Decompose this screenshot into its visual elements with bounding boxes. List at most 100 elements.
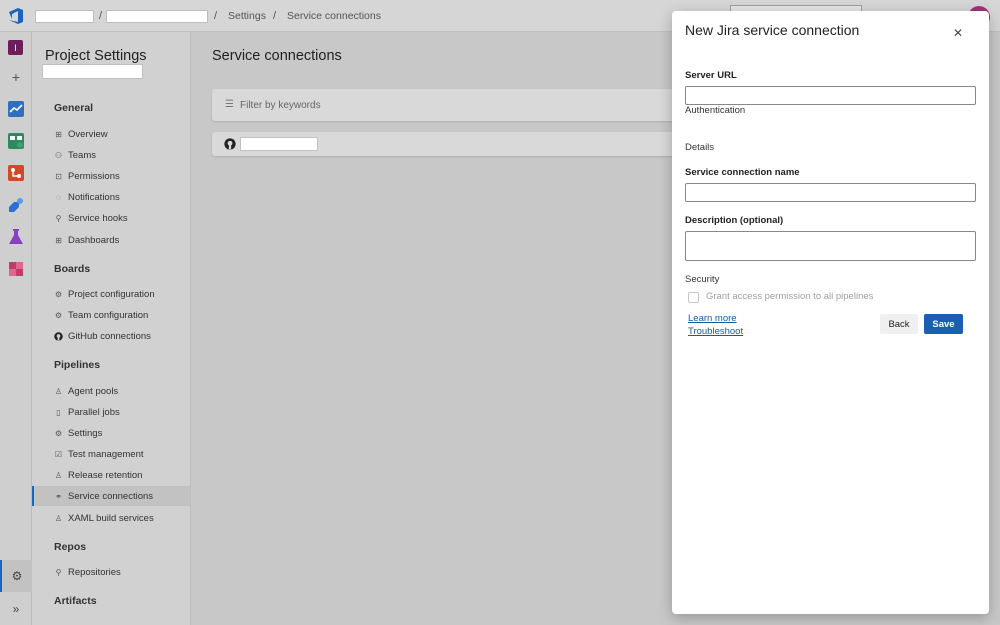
breadcrumb-service-connections[interactable]: Service connections	[287, 10, 381, 22]
github-icon	[224, 138, 236, 150]
nav-item-label: Repositories	[68, 566, 121, 578]
nav-item-notifications[interactable]: ◌ Notifications	[32, 187, 190, 207]
build-icon: ♙	[54, 513, 63, 523]
nav-item-permissions[interactable]: ⊡ Permissions	[32, 166, 190, 186]
nav-item-label: Service connections	[68, 490, 154, 502]
lock-icon: ⊡	[55, 171, 62, 181]
teams-icon: ⚇	[54, 150, 63, 160]
service-connection-name-label: Service connection name	[685, 167, 800, 178]
nav-item-label: Notifications	[68, 191, 120, 203]
project-settings-gear-icon[interactable]: ⚙	[0, 560, 32, 592]
nav-item-repositories[interactable]: ⚲ Repositories	[32, 562, 190, 582]
nav-item-label: Test management	[68, 448, 144, 460]
nav-item-label: Permissions	[68, 170, 120, 182]
nav-item-label: Team configuration	[68, 309, 149, 321]
nav-group-general: General	[54, 102, 94, 114]
breadcrumb-settings[interactable]: Settings	[228, 10, 266, 22]
nav-item-teams[interactable]: ⚇ Teams	[32, 145, 190, 165]
nav-item-xaml-build-services[interactable]: ♙ XAML build services	[32, 508, 190, 528]
breadcrumb-project[interactable]	[106, 10, 208, 23]
nav-item-label: GitHub connections	[68, 330, 151, 342]
service-connection-name-input[interactable]	[685, 183, 976, 202]
save-button[interactable]: Save	[924, 314, 963, 334]
parallel-icon: ▯	[56, 407, 61, 417]
breadcrumb-separator: /	[99, 10, 103, 22]
learn-more-link[interactable]: Learn more	[688, 313, 737, 324]
nav-group-repos: Repos	[54, 541, 87, 553]
repos-icon[interactable]	[7, 164, 25, 182]
service-connection-name	[240, 137, 318, 151]
nav-item-label: XAML build services	[68, 512, 154, 524]
nav-item-release-retention[interactable]: ♙ Release retention	[32, 465, 190, 485]
dashboard-icon: ⊞	[55, 235, 62, 245]
new-service-connection-panel: New Jira service connection ✕ Server URL…	[672, 11, 989, 614]
overview-icon[interactable]	[7, 100, 25, 118]
filter-bar[interactable]: ☰ Filter by keywords	[212, 89, 682, 121]
details-label: Details	[685, 142, 715, 153]
authentication-label: Authentication	[685, 105, 746, 116]
nav-item-service-hooks[interactable]: ⚲ Service hooks	[32, 208, 190, 228]
project-name-box	[42, 64, 143, 79]
nav-item-label: Overview	[68, 128, 108, 140]
boards-icon[interactable]	[7, 132, 25, 150]
nav-title: Project Settings	[45, 48, 147, 64]
nav-item-label: Dashboards	[68, 234, 120, 246]
azure-devops-logo-icon[interactable]	[6, 6, 26, 26]
server-url-input[interactable]	[685, 86, 976, 105]
nav-item-settings[interactable]: ⚙ Settings	[32, 423, 190, 443]
artifacts-icon[interactable]	[7, 260, 25, 278]
nav-item-project-configuration[interactable]: ⚙ Project configuration	[32, 284, 190, 304]
breadcrumb-separator: /	[214, 10, 218, 22]
gear-icon: ⚙	[54, 428, 63, 438]
pipelines-icon[interactable]	[7, 196, 25, 214]
back-button[interactable]: Back	[880, 314, 918, 334]
nav-item-overview[interactable]: ⊞ Overview	[32, 124, 190, 144]
breadcrumb-organization[interactable]	[35, 10, 94, 23]
project-avatar[interactable]: I	[8, 40, 23, 55]
page-title: Service connections	[212, 48, 342, 64]
service-connection-row[interactable]	[212, 132, 682, 156]
nav-item-dashboards[interactable]: ⊞ Dashboards	[32, 230, 190, 250]
expand-rail-icon[interactable]: »	[0, 597, 32, 621]
test-icon: ☑	[54, 449, 63, 459]
repository-icon: ⚲	[55, 567, 62, 577]
nav-item-label: Parallel jobs	[68, 406, 120, 418]
overview-icon: ⊞	[55, 129, 62, 139]
nav-group-artifacts: Artifacts	[54, 595, 97, 607]
nav-item-team-configuration[interactable]: ⚙ Team configuration	[32, 305, 190, 325]
link-icon: ⚭	[55, 491, 62, 501]
nav-item-label: Teams	[68, 149, 96, 161]
nav-item-label: Project configuration	[68, 288, 155, 300]
left-rail: I + ⚙ »	[0, 32, 32, 625]
panel-title: New Jira service connection	[685, 22, 860, 38]
nav-item-github-connections[interactable]: GitHub connections	[32, 326, 190, 346]
notification-icon: ◌	[56, 192, 61, 202]
troubleshoot-link[interactable]: Troubleshoot	[688, 326, 743, 337]
nav-item-test-management[interactable]: ☑ Test management	[32, 444, 190, 464]
github-icon	[54, 331, 63, 341]
server-url-label: Server URL	[685, 70, 737, 81]
nav-item-agent-pools[interactable]: ♙ Agent pools	[32, 381, 190, 401]
close-icon[interactable]: ✕	[951, 26, 965, 40]
description-label: Description (optional)	[685, 215, 784, 226]
add-icon[interactable]: +	[7, 68, 25, 86]
nav-item-service-connections[interactable]: ⚭ Service connections	[32, 486, 190, 506]
test-plans-icon[interactable]	[7, 228, 25, 246]
agent-icon: ♙	[54, 386, 63, 396]
retention-icon: ♙	[54, 470, 63, 480]
nav-group-pipelines: Pipelines	[54, 359, 101, 371]
nav-item-label: Agent pools	[68, 385, 119, 397]
security-label: Security	[685, 274, 720, 285]
grant-access-label: Grant access permission to all pipelines	[706, 291, 874, 302]
team-configuration-icon: ⚙	[54, 310, 63, 320]
description-textarea[interactable]	[685, 231, 976, 261]
filter-icon: ☰	[225, 99, 234, 110]
grant-access-checkbox[interactable]	[688, 292, 699, 303]
nav-group-boards: Boards	[54, 263, 91, 275]
configuration-icon: ⚙	[54, 289, 63, 299]
hook-icon: ⚲	[55, 213, 62, 223]
breadcrumb-separator: /	[273, 10, 277, 22]
filter-input[interactable]: Filter by keywords	[240, 100, 321, 111]
nav-item-parallel-jobs[interactable]: ▯ Parallel jobs	[32, 402, 190, 422]
nav-item-label: Settings	[68, 427, 103, 439]
